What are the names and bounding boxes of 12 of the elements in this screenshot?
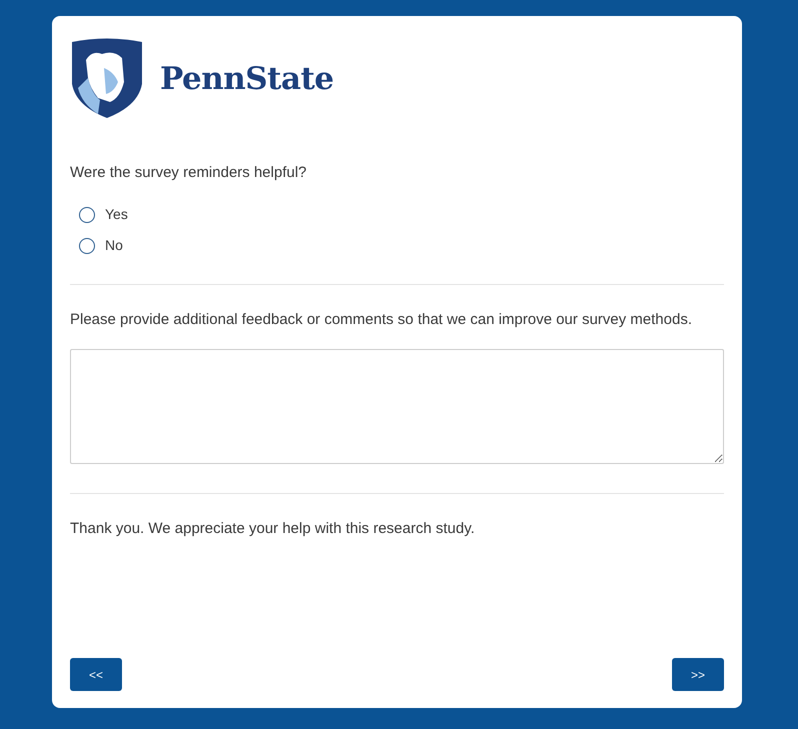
comment-field[interactable]	[70, 349, 724, 464]
brand-wordmark: PennState	[160, 60, 334, 99]
back-button[interactable]: <<	[70, 658, 122, 691]
radio-button[interactable]	[79, 238, 95, 254]
shield-icon	[70, 38, 144, 120]
radio-button[interactable]	[79, 206, 95, 222]
option-label: No	[105, 236, 123, 255]
question-text: Were the survey reminders helpful?	[70, 163, 308, 183]
question-text: Please provide additional feedback or comments so that we can improve our survey methods.	[70, 310, 693, 330]
option-label: Yes	[105, 205, 128, 224]
next-button[interactable]: >>	[672, 658, 724, 691]
question-text: Thank you. We appreciate your help with this research study.	[70, 519, 476, 539]
